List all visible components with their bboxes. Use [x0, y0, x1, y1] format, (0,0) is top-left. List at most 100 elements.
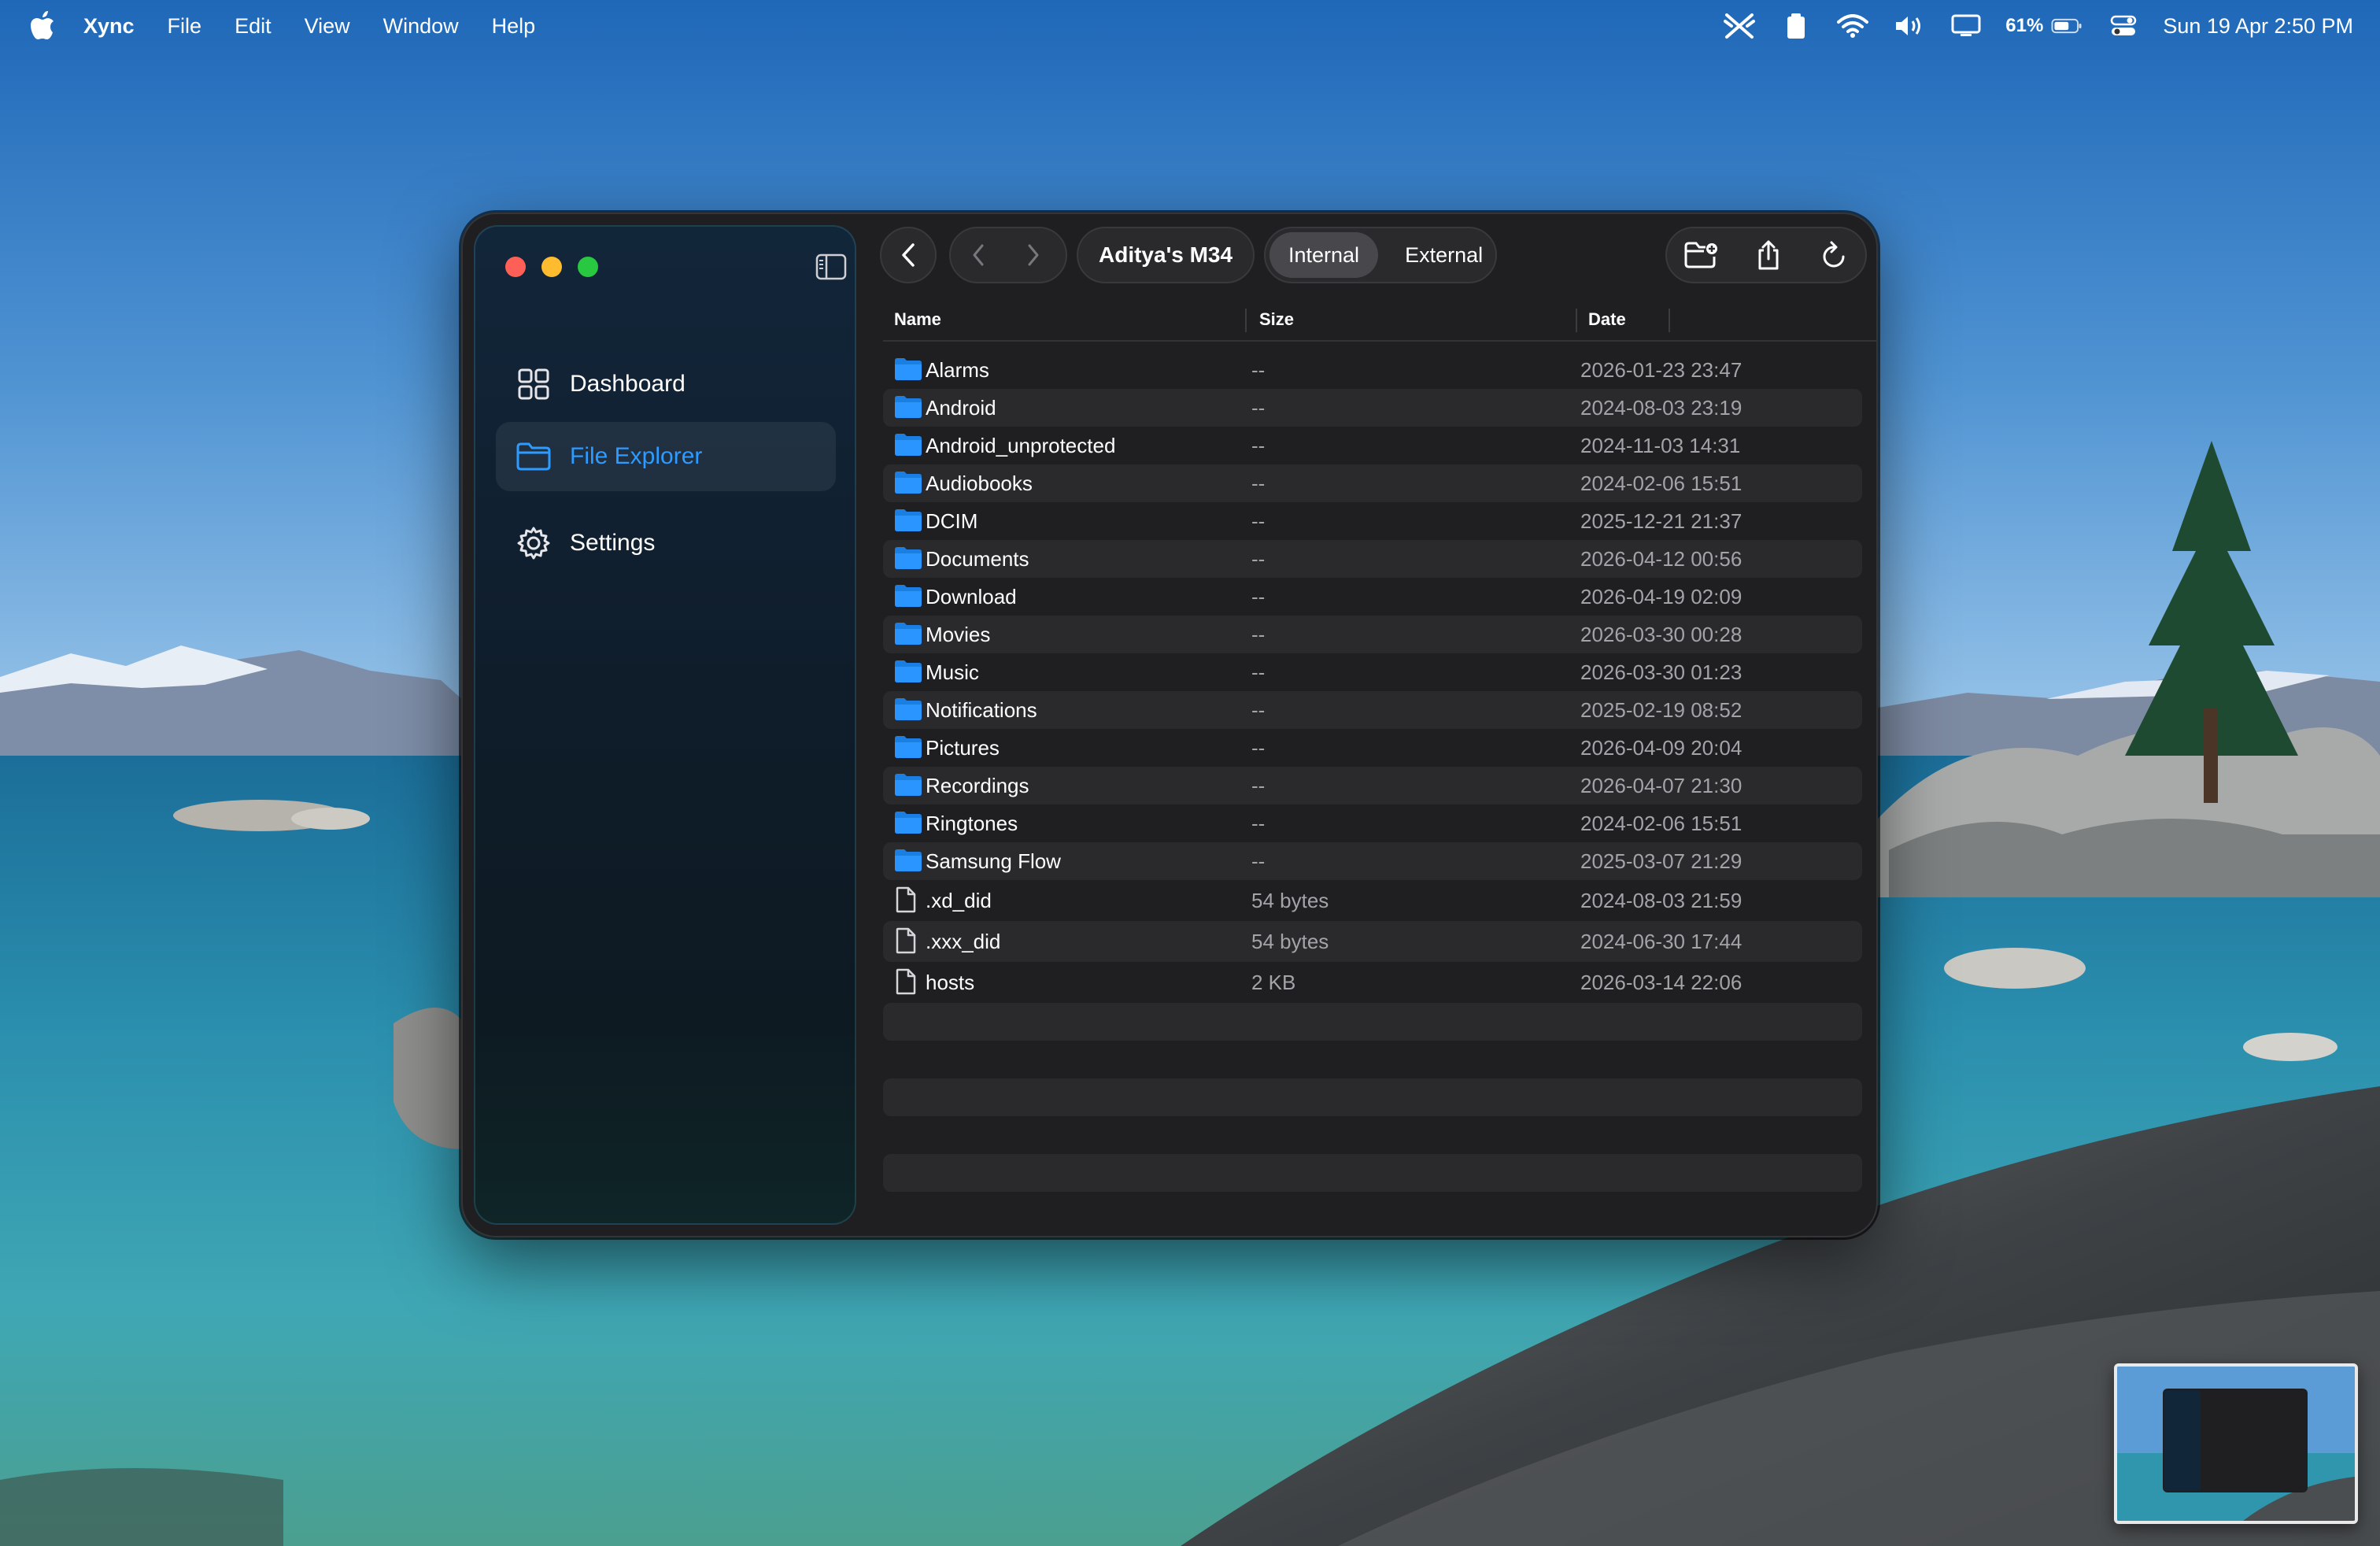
table-row[interactable]: Samsung Flow -- 2025-03-07 21:29: [883, 842, 1862, 880]
folder-icon: [894, 849, 922, 874]
view-menu[interactable]: View: [305, 14, 350, 39]
folder-icon: [894, 433, 922, 458]
file-size: --: [1251, 735, 1266, 760]
file-date: 2024-06-30 17:44: [1580, 929, 1743, 953]
empty-row: [883, 1154, 1862, 1192]
empty-row: [883, 1041, 1862, 1078]
table-row[interactable]: Ringtones -- 2024-02-06 15:51: [883, 804, 1862, 842]
empty-row: [883, 1003, 1862, 1041]
folder-icon: [894, 357, 922, 383]
table-row[interactable]: Alarms -- 2026-01-23 23:47: [883, 351, 1862, 389]
clock[interactable]: Sun 19 Apr 2:50 PM: [2163, 14, 2353, 39]
volume-icon[interactable]: [1894, 13, 1925, 39]
table-row[interactable]: Android -- 2024-08-03 23:19: [883, 389, 1862, 427]
table-row[interactable]: Music -- 2026-03-30 01:23: [883, 653, 1862, 691]
minimize-window-button[interactable]: [541, 257, 562, 277]
folder-icon: [894, 622, 922, 647]
table-row[interactable]: .xxx_did 54 bytes 2024-06-30 17:44: [883, 921, 1862, 962]
share-button[interactable]: [1735, 228, 1802, 282]
clipboard-icon[interactable]: [1780, 13, 1812, 39]
refresh-button[interactable]: [1802, 228, 1865, 282]
share-icon: [1758, 240, 1779, 270]
file-size: --: [1251, 773, 1266, 797]
empty-row: [883, 1192, 1862, 1230]
sidebar-toggle-icon[interactable]: [815, 253, 847, 280]
file-size: --: [1251, 697, 1266, 722]
file-name: Recordings: [926, 773, 1029, 797]
wifi-icon[interactable]: [1837, 13, 1869, 39]
edit-menu[interactable]: Edit: [235, 14, 272, 39]
folder-icon: [894, 773, 922, 798]
file-menu[interactable]: File: [168, 14, 202, 39]
table-row[interactable]: Audiobooks -- 2024-02-06 15:51: [883, 464, 1862, 502]
folder-icon: [894, 811, 922, 836]
zoom-window-button[interactable]: [578, 257, 598, 277]
table-row[interactable]: Movies -- 2026-03-30 00:28: [883, 616, 1862, 653]
history-back-button[interactable]: [951, 228, 1006, 282]
refresh-icon: [1823, 241, 1845, 268]
control-center-icon[interactable]: [2108, 13, 2139, 39]
file-name: Documents: [926, 546, 1029, 571]
table-row[interactable]: Notifications -- 2025-02-19 08:52: [883, 691, 1862, 729]
column-divider: [1669, 309, 1670, 332]
history-nav: [949, 227, 1067, 283]
new-folder-button[interactable]: [1667, 228, 1735, 282]
file-size: --: [1251, 660, 1266, 684]
folder-icon: [894, 584, 922, 609]
column-header-date[interactable]: Date: [1588, 298, 1626, 342]
file-name: DCIM: [926, 509, 978, 533]
file-size: --: [1251, 357, 1266, 382]
column-header-size[interactable]: Size: [1259, 298, 1294, 342]
file-name: Download: [926, 584, 1017, 608]
screenshot-thumbnail[interactable]: [2114, 1363, 2358, 1524]
table-row[interactable]: Documents -- 2026-04-12 00:56: [883, 540, 1862, 578]
apple-logo-icon[interactable]: [30, 11, 55, 41]
battery-icon[interactable]: [2051, 13, 2082, 39]
table-row[interactable]: DCIM -- 2025-12-21 21:37: [883, 502, 1862, 540]
column-header-name[interactable]: Name: [894, 298, 941, 342]
file-date: 2026-03-30 00:28: [1580, 622, 1743, 646]
file-name: hosts: [926, 970, 975, 994]
history-forward-button[interactable]: [1006, 228, 1061, 282]
file-icon: [894, 968, 922, 995]
file-date: 2024-08-03 21:59: [1580, 888, 1743, 912]
table-row[interactable]: Pictures -- 2026-04-09 20:04: [883, 729, 1862, 767]
file-size: --: [1251, 584, 1266, 608]
file-size: --: [1251, 433, 1266, 457]
file-size: --: [1251, 849, 1266, 873]
table-row[interactable]: Download -- 2026-04-19 02:09: [883, 578, 1862, 616]
file-date: 2025-12-21 21:37: [1580, 509, 1743, 533]
help-menu[interactable]: Help: [492, 14, 536, 39]
file-date: 2026-04-12 00:56: [1580, 546, 1743, 571]
sidebar-item-file-explorer[interactable]: File Explorer: [496, 422, 836, 491]
file-date: 2024-02-06 15:51: [1580, 811, 1743, 835]
tab-internal[interactable]: Internal: [1269, 232, 1379, 278]
window-menu[interactable]: Window: [383, 14, 459, 39]
xync-window: Dashboard File Explorer Settings Aditya'…: [461, 213, 1878, 1237]
file-date: 2026-03-14 22:06: [1580, 970, 1743, 994]
table-row[interactable]: .xd_did 54 bytes 2024-08-03 21:59: [883, 880, 1862, 921]
file-name: Samsung Flow: [926, 849, 1061, 873]
table-row[interactable]: hosts 2 KB 2026-03-14 22:06: [883, 962, 1862, 1003]
app-name-menu[interactable]: Xync: [83, 14, 135, 39]
file-date: 2024-08-03 23:19: [1580, 395, 1743, 420]
xync-status-icon[interactable]: [1724, 13, 1756, 39]
file-date: 2025-03-07 21:29: [1580, 849, 1743, 873]
sidebar-item-settings[interactable]: Settings: [496, 509, 836, 578]
file-size: 2 KB: [1251, 970, 1296, 994]
back-button[interactable]: [880, 227, 937, 283]
close-window-button[interactable]: [505, 257, 526, 277]
file-size: 54 bytes: [1251, 888, 1329, 912]
tab-external[interactable]: External: [1386, 232, 1502, 278]
device-selector[interactable]: Aditya's M34: [1077, 227, 1255, 283]
table-row[interactable]: Recordings -- 2026-04-07 21:30: [883, 767, 1862, 804]
table-row[interactable]: Android_unprotected -- 2024-11-03 14:31: [883, 427, 1862, 464]
device-name: Aditya's M34: [1099, 242, 1233, 267]
file-name: Ringtones: [926, 811, 1018, 835]
sidebar-item-label: Settings: [570, 530, 656, 556]
sidebar-item-dashboard[interactable]: Dashboard: [496, 350, 836, 419]
file-name: Android: [926, 395, 996, 420]
desktop: Xync File Edit View Window Help 61% Sun …: [0, 0, 2380, 1546]
display-icon[interactable]: [1950, 13, 1982, 39]
file-date: 2026-03-30 01:23: [1580, 660, 1743, 684]
